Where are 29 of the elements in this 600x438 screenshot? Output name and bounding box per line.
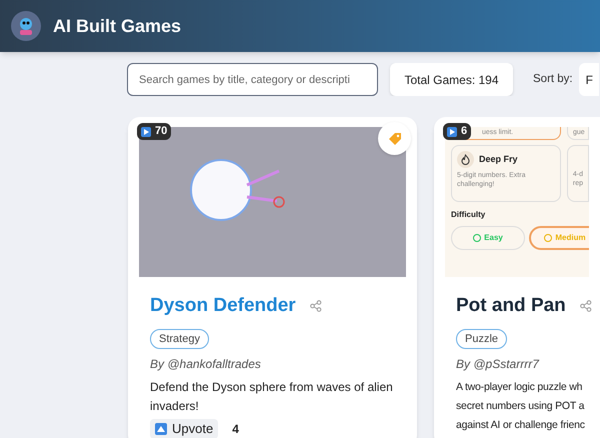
author-name: By @pSstarrrr7: [455, 356, 540, 373]
flame-icon: [457, 151, 474, 168]
play-count-badge: 6: [443, 123, 472, 140]
total-games-count: Total Games: 194: [390, 63, 513, 96]
site-title: AI Built Games: [53, 14, 182, 38]
search-field[interactable]: Search games by title, category or descripti: [127, 63, 378, 96]
play-count-badge: 70: [137, 123, 172, 140]
share-icon[interactable]: [580, 300, 592, 312]
tag-icon[interactable]: [378, 122, 411, 155]
difficulty-label: Medium: [555, 232, 586, 244]
category-tag: Puzzle: [456, 328, 508, 349]
difficulty-label: Easy: [484, 232, 503, 244]
upvote-button[interactable]: Upvote: [150, 419, 218, 438]
game-description: Defend the Dyson sphere from waves of alien invaders!: [150, 379, 394, 415]
sort-select[interactable]: F: [578, 63, 599, 96]
sort-label: Sort by:: [533, 72, 573, 87]
play-icon: [141, 126, 151, 136]
play-icon: [447, 126, 457, 136]
game-title[interactable]: Pot and Pan: [456, 292, 566, 320]
up-arrow-icon: [155, 423, 167, 435]
share-icon[interactable]: [310, 300, 322, 312]
game-title[interactable]: Dyson Defender: [150, 292, 296, 320]
category-tag: Strategy: [150, 328, 209, 349]
game-description: A two-player logic puzzle wh: [456, 380, 581, 395]
difficulty-label: Difficulty: [451, 209, 486, 221]
robot-logo-icon: [11, 11, 41, 41]
author-name: By @hankofalltrades: [149, 356, 262, 373]
mode-title: Deep Fry: [479, 152, 518, 166]
vote-count: 4: [232, 421, 239, 438]
